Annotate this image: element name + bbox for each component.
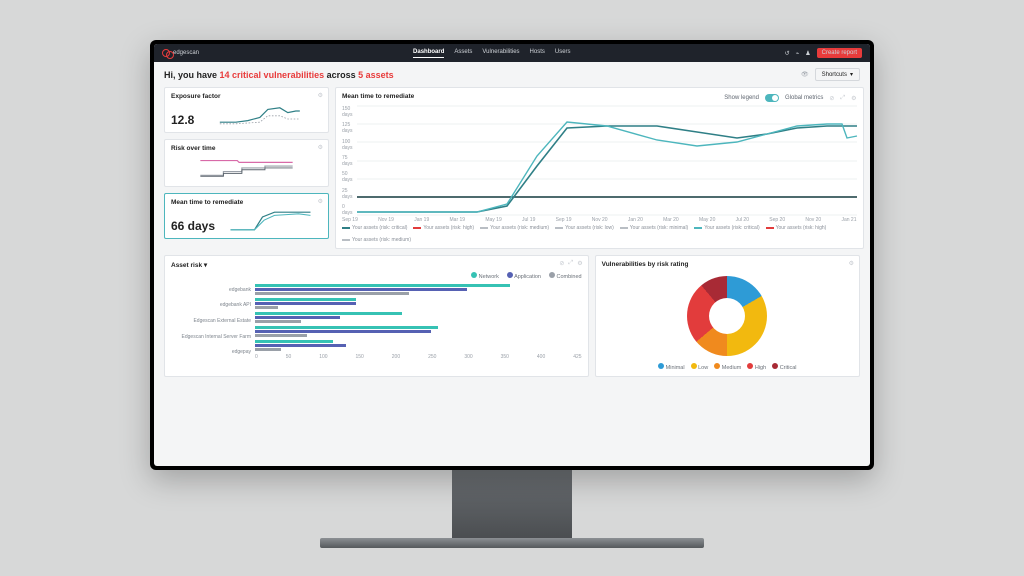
top-actions: ↺ ⌁ ♟ Create report [785,48,862,58]
gear-icon[interactable]: ⚙ [851,95,856,102]
expand-icon[interactable]: ⤢ [840,95,845,102]
vuln-rating-legend: Minimal Low Medium High Critical [602,363,853,371]
create-report-button[interactable]: Create report [817,48,862,58]
headline-mid: across [324,70,358,80]
page-header: Hi, you have 14 critical vulnerabilities… [154,62,870,87]
nav-hosts[interactable]: Hosts [530,49,545,58]
mttr-legend: Your assets (risk: critical) Your assets… [342,225,857,243]
brand-logo[interactable]: edgescan [162,49,199,57]
monitor-stand-base [320,538,704,548]
gear-icon[interactable]: ⚙ [318,144,323,151]
reset-icon[interactable]: ⊘ [559,260,564,267]
chevron-down-icon[interactable]: ▾ [204,262,207,269]
headline-assets: 5 assets [358,70,394,80]
gear-icon[interactable]: ⚙ [849,260,854,267]
card-asset-risk: ⊘ ⤢ ⚙ Asset risk ▾ Network Application Com… [164,255,589,377]
top-nav: edgescan Dashboard Assets Vulnerabilitie… [154,44,870,62]
vuln-donut-chart [687,276,767,356]
card-mttr-mini[interactable]: ⚙ Mean time to remediate 66 days [164,193,329,239]
show-legend-label: Show legend [724,95,759,101]
monitor-stand-neck [452,470,572,540]
asset-risk-row-labels: edgebank edgebank API Edgescan External … [171,282,251,360]
brand-name: edgescan [173,50,199,56]
shortcuts-label: Shortcuts [822,72,847,78]
logo-icon [162,49,170,57]
asset-risk-legend: Network Application Combined [171,272,582,280]
chevron-down-icon: ▾ [850,71,853,78]
asset-risk-x-axis: 050100150200250300350400425 [255,354,582,360]
asset-risk-title: Asset risk ▾ [171,261,582,269]
global-metrics-label: Global metrics [785,95,823,101]
headline-pre: Hi, you have [164,70,220,80]
mini-cards-column: ⚙ Exposure factor 12.8 ⚙ Risk over time [164,87,329,249]
nav-tabs: Dashboard Assets Vulnerabilities Hosts U… [199,49,785,58]
monitor-frame: edgescan Dashboard Assets Vulnerabilitie… [150,40,874,470]
expand-icon[interactable]: ⤢ [568,260,573,267]
mttr-sparkline [219,209,322,233]
mttr-title: Mean time to remediate [342,93,414,100]
gear-icon[interactable]: ⚙ [318,198,323,205]
headline-critical: 14 critical vulnerabilities [220,70,325,80]
gear-icon[interactable]: ⚙ [318,92,323,99]
shortcut-icon[interactable]: ⌁ [796,50,800,57]
show-legend-toggle[interactable] [765,94,779,102]
risk-title: Risk over time [171,145,322,152]
history-icon[interactable]: ↺ [785,50,790,57]
mttr-x-axis: Sep 19Nov 19Jan 19Mar 19May 19Jul 19Sep … [342,217,857,223]
shortcuts-dropdown[interactable]: Shortcuts ▾ [815,68,860,81]
vuln-rating-title: Vulnerabilities by risk rating [602,261,853,268]
card-vuln-rating: ⚙ Vulnerabilities by risk rating Minimal… [595,255,860,377]
mttr-y-axis: 150 days125 days100 days75 days50 days25… [342,106,353,216]
nav-users[interactable]: Users [555,49,571,58]
exposure-title: Exposure factor [171,93,322,100]
screen: edgescan Dashboard Assets Vulnerabilitie… [154,44,870,466]
nav-assets[interactable]: Assets [454,49,472,58]
reset-icon[interactable]: ⊘ [829,95,834,102]
nav-vulnerabilities[interactable]: Vulnerabilities [482,49,519,58]
user-icon[interactable]: ♟ [805,50,810,57]
card-risk-over-time[interactable]: ⚙ Risk over time [164,139,329,187]
visibility-icon[interactable]: 👁 [801,71,809,78]
headline: Hi, you have 14 critical vulnerabilities… [164,70,394,80]
gear-icon[interactable]: ⚙ [577,260,582,267]
card-mttr-large: Mean time to remediate Show legend Globa… [335,87,864,249]
mttr-mini-value: 66 days [171,219,215,233]
mttr-line-chart [357,106,857,216]
risk-sparkline [171,155,322,179]
nav-dashboard[interactable]: Dashboard [413,49,444,58]
exposure-sparkline [198,103,322,127]
card-exposure-factor[interactable]: ⚙ Exposure factor 12.8 [164,87,329,133]
asset-risk-bars: 050100150200250300350400425 [255,282,582,360]
mttr-mini-title: Mean time to remediate [171,199,322,206]
exposure-value: 12.8 [171,113,194,127]
